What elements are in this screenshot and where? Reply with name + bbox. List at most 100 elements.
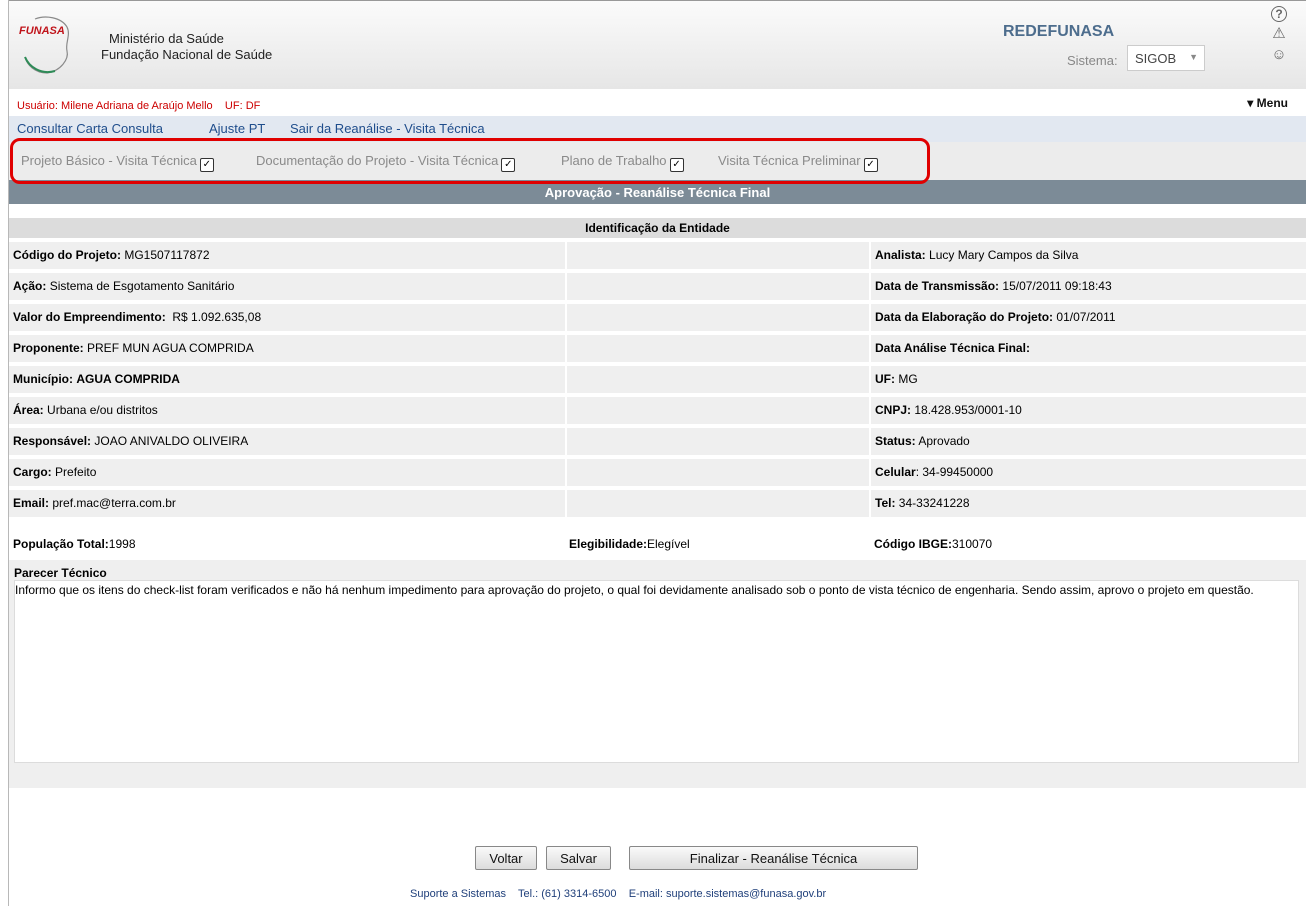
area-field: Área: Urbana e/ou distritos	[9, 397, 565, 424]
valor-field: Valor do Empreendimento: R$ 1.092.635,08	[9, 304, 565, 331]
ibge-field: Código IBGE: 310070	[874, 532, 992, 556]
salvar-button[interactable]: Salvar	[546, 846, 611, 870]
field-value: Urbana e/ou distritos	[47, 403, 158, 417]
field-label: Ação:	[13, 279, 47, 293]
entity-grid: Código do Projeto: MG1507117872 Analista…	[9, 242, 1306, 521]
system-select[interactable]: SIGOB ▼	[1127, 45, 1205, 71]
empty-cell	[567, 242, 869, 269]
user-bar: Usuário: Milene Adriana de Araújo Mello …	[9, 94, 1306, 116]
field-label: População Total:	[13, 537, 109, 551]
field-value: AGUA COMPRIDA	[76, 372, 180, 386]
uf-field: UF: MG	[871, 366, 1306, 393]
status-field: Status: Aprovado	[871, 428, 1306, 455]
funasa-logo	[24, 16, 70, 74]
empty-cell	[567, 366, 869, 393]
nav-sair-reanalise[interactable]: Sair da Reanálise - Visita Técnica	[290, 121, 485, 136]
field-value: JOAO ANIVALDO OLIVEIRA	[94, 434, 249, 448]
user-label: Usuário:	[17, 100, 58, 112]
field-value: Sistema de Esgotamento Sanitário	[49, 279, 235, 293]
field-label: Responsável:	[13, 434, 92, 448]
header-icons: ? ⚠ ☺	[1267, 3, 1291, 67]
help-icon[interactable]: ?	[1271, 6, 1287, 22]
field-label: Elegibilidade:	[569, 537, 648, 551]
field-label: Área:	[13, 403, 44, 417]
field-value: 310070	[952, 537, 993, 551]
parecer-textarea[interactable]: Informo que os itens do check-list foram…	[14, 580, 1299, 763]
proponente-field: Proponente: PREF MUN AGUA COMPRIDA	[9, 335, 565, 362]
table-row: Ação: Sistema de Esgotamento Sanitário D…	[9, 273, 1306, 300]
subsection-title: Identificação da Entidade	[9, 218, 1306, 238]
field-label: Código do Projeto:	[13, 248, 121, 262]
uf-label: UF:	[224, 100, 243, 112]
acao-field: Ação: Sistema de Esgotamento Sanitário	[9, 273, 565, 300]
analista-field: Analista: Lucy Mary Campos da Silva	[871, 242, 1306, 269]
municipio-field: Município: AGUA COMPRIDA	[9, 366, 565, 393]
menu-button[interactable]: ▾ Menu	[1247, 96, 1288, 110]
nav-consultar-carta[interactable]: Consultar Carta Consulta	[17, 121, 163, 136]
tel-field: Tel: 34-33241228	[871, 490, 1306, 517]
nav-ajuste-pt[interactable]: Ajuste PT	[209, 121, 265, 136]
field-value: : 34-99450000	[915, 465, 994, 479]
logo-text: FUNASA	[19, 25, 65, 37]
field-label: Cargo:	[13, 465, 52, 479]
header: FUNASA Ministério da Saúde Fundação Naci…	[9, 0, 1306, 89]
parecer-label: Parecer Técnico	[14, 566, 107, 580]
field-value: 15/07/2011 09:18:43	[1002, 279, 1112, 293]
table-row: Proponente: PREF MUN AGUA COMPRIDA Data …	[9, 335, 1306, 362]
org-line1: Ministério da Saúde	[109, 31, 224, 46]
field-value: 34-33241228	[898, 496, 970, 510]
footer-text: Suporte a Sistemas Tel.: (61) 3314-6500 …	[410, 888, 827, 900]
user-name: Milene Adriana de Araújo Mello	[61, 100, 213, 112]
empty-cell	[567, 428, 869, 455]
field-label: Status:	[875, 434, 916, 448]
empty-cell	[567, 459, 869, 486]
field-label: Proponente:	[13, 341, 84, 355]
field-label: CNPJ:	[875, 403, 912, 417]
empty-cell	[567, 335, 869, 362]
chevron-down-icon: ▼	[1189, 52, 1198, 62]
system-select-value: SIGOB	[1135, 51, 1177, 66]
voltar-button[interactable]: Voltar	[475, 846, 537, 870]
elaboracao-field: Data da Elaboração do Projeto: 01/07/201…	[871, 304, 1306, 331]
system-label: Sistema:	[1067, 53, 1118, 68]
populacao-field: População Total: 1998	[13, 532, 136, 556]
elegibilidade-field: Elegibilidade: Elegível	[569, 532, 690, 556]
cnpj-field: CNPJ: 18.428.953/0001-10	[871, 397, 1306, 424]
field-value: Lucy Mary Campos da Silva	[929, 248, 1079, 262]
user-info: Usuário: Milene Adriana de Araújo Mello …	[17, 100, 260, 112]
email-field: Email: pref.mac@terra.com.br	[9, 490, 565, 517]
field-label: Analista:	[875, 248, 926, 262]
uf-value: DF	[245, 100, 261, 112]
empty-cell	[567, 397, 869, 424]
responsavel-field: Responsável: JOAO ANIVALDO OLIVEIRA	[9, 428, 565, 455]
field-value: Elegível	[647, 537, 690, 551]
brand-title: REDEFUNASA	[1003, 23, 1115, 40]
org-line2: Fundação Nacional de Saúde	[101, 47, 273, 62]
field-label: Data de Transmissão:	[875, 279, 1000, 293]
field-label: Data Análise Técnica Final:	[875, 341, 1030, 355]
field-value: MG1507117872	[124, 248, 210, 262]
field-label: Celular	[875, 465, 916, 479]
field-label: Tel:	[875, 496, 896, 510]
field-value: R$ 1.092.635,08	[172, 310, 262, 324]
highlight-annotation	[10, 138, 930, 184]
table-row: Código do Projeto: MG1507117872 Analista…	[9, 242, 1306, 269]
field-value: 1998	[108, 537, 136, 551]
menu-label: Menu	[1256, 96, 1288, 110]
parecer-section: Parecer Técnico Informo que os itens do …	[9, 560, 1306, 788]
warning-icon[interactable]: ⚠	[1270, 25, 1288, 43]
field-label: Data da Elaboração do Projeto:	[875, 310, 1054, 324]
analise-field: Data Análise Técnica Final:	[871, 335, 1306, 362]
table-row: Responsável: JOAO ANIVALDO OLIVEIRA Stat…	[9, 428, 1306, 455]
table-row: Município: AGUA COMPRIDA UF: MG	[9, 366, 1306, 393]
field-value: 18.428.953/0001-10	[914, 403, 1022, 417]
user-icon[interactable]: ☺	[1270, 46, 1288, 64]
field-label: Código IBGE:	[874, 537, 952, 551]
finalizar-button[interactable]: Finalizar - Reanálise Técnica	[629, 846, 918, 870]
population-row: População Total: 1998 Elegibilidade: Ele…	[9, 532, 1306, 556]
empty-cell	[567, 273, 869, 300]
field-label: Município:	[13, 372, 73, 386]
field-value: PREF MUN AGUA COMPRIDA	[87, 341, 254, 355]
table-row: Área: Urbana e/ou distritos CNPJ: 18.428…	[9, 397, 1306, 424]
page: FUNASA Ministério da Saúde Fundação Naci…	[0, 0, 1306, 906]
